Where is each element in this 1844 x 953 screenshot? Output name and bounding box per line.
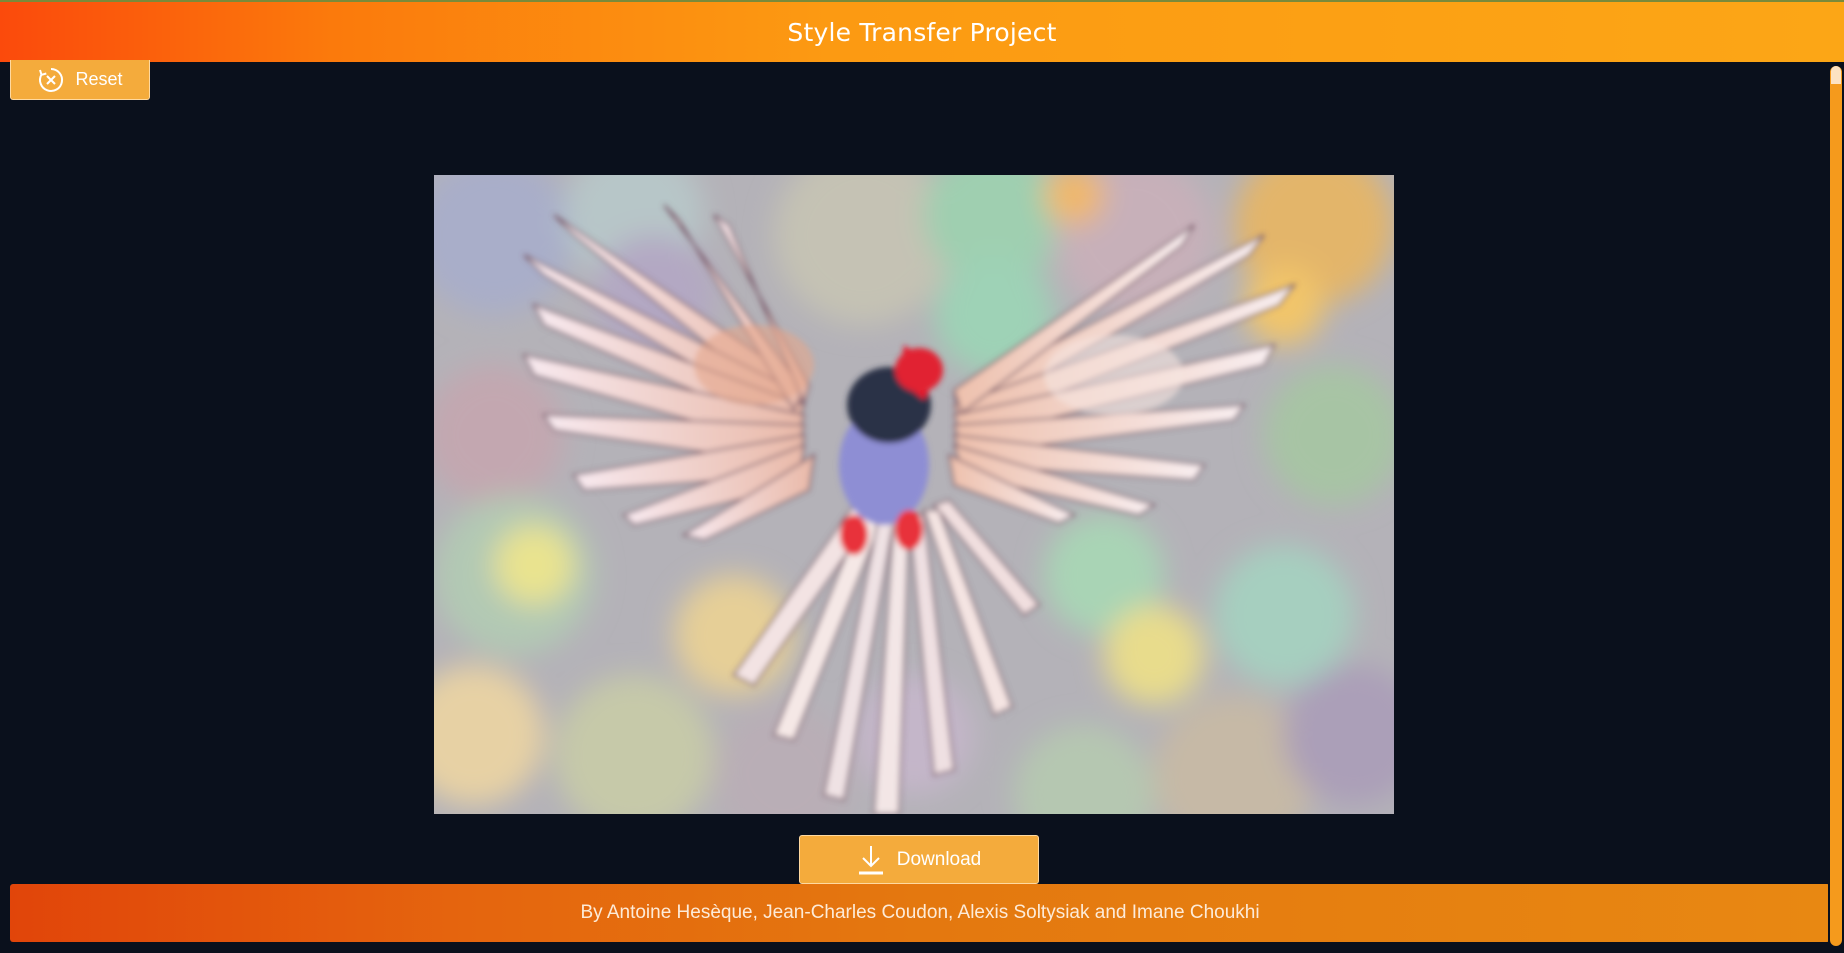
app-window: Style Transfer Project Reset Download By… xyxy=(0,0,1844,953)
download-icon xyxy=(857,844,885,876)
download-label: Download xyxy=(896,848,982,870)
header-bar: Style Transfer Project xyxy=(0,0,1844,62)
page-title: Style Transfer Project xyxy=(787,17,1057,47)
vertical-scrollbar[interactable] xyxy=(1828,62,1844,953)
scroll-up-arrow[interactable] xyxy=(1831,66,1841,84)
scrollbar-thumb[interactable] xyxy=(1830,66,1842,946)
reset-button[interactable]: Reset xyxy=(10,60,150,100)
reset-label: Reset xyxy=(75,69,123,89)
download-button[interactable]: Download xyxy=(799,835,1039,884)
stylized-image xyxy=(434,175,1394,814)
footer-bar: By Antoine Hesèque, Jean-Charles Coudon,… xyxy=(10,884,1830,942)
credits-text: By Antoine Hesèque, Jean-Charles Coudon,… xyxy=(580,902,1260,923)
close-circle-icon xyxy=(37,66,65,94)
